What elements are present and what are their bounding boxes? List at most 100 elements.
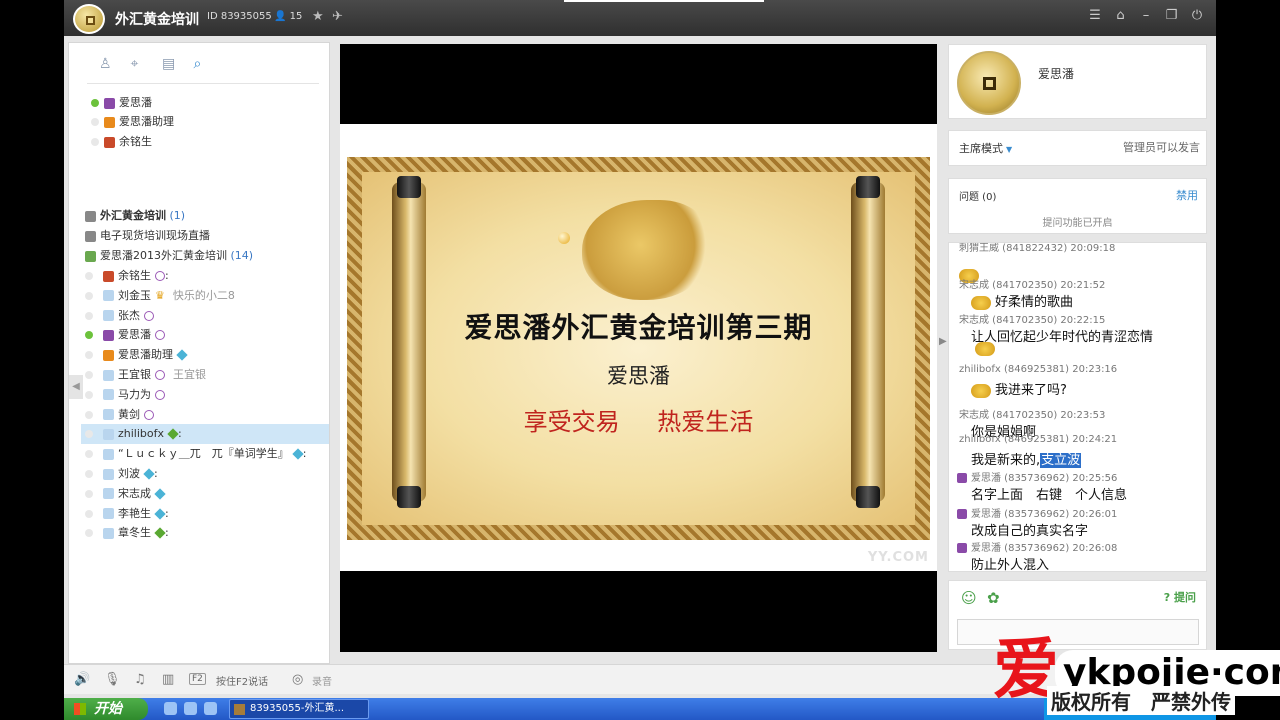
member-item[interactable]: 马力为 (85, 385, 329, 405)
sub-channel-label: 爱思潘2013外汇黄金培训 (100, 249, 227, 262)
member-name: 爱思潘助理 (118, 348, 173, 362)
member-role-icon (103, 488, 114, 500)
system-tray (1044, 698, 1216, 720)
channel-title: 外汇黄金培训 (115, 12, 199, 28)
member-item[interactable]: 张杰 (85, 306, 329, 326)
quicklaunch-icon[interactable] (184, 702, 197, 715)
star-icon[interactable]: ★ (312, 9, 324, 24)
member-item[interactable]: 章冬生: (85, 523, 329, 543)
collapse-left-icon[interactable]: ◀ (69, 375, 83, 399)
document-icon[interactable]: ▤ (162, 56, 190, 72)
member-name: “Ｌｕｃｋｙ＿兀 兀『单词学生』 (118, 447, 289, 461)
channel-logo[interactable] (73, 4, 105, 34)
chat-text: 改成自己的真实名字 (971, 524, 1089, 539)
mixer-icon[interactable]: ▥ (162, 672, 174, 687)
channel-id: ID 83935055 (207, 11, 272, 22)
chat-sender: 宋志成 (841702350) 20:23:53 (959, 410, 1106, 421)
member-item[interactable]: 爱思潘助理 (85, 345, 329, 365)
avatar[interactable] (957, 51, 1021, 115)
rank-item[interactable]: 爱思潘 (91, 95, 152, 111)
qa-disable-link[interactable]: 禁用 (1176, 187, 1198, 203)
rank-item[interactable]: 余铭生 (91, 134, 152, 150)
chat-message: 防止外人混入 (971, 554, 1049, 571)
quicklaunch-icon[interactable] (164, 702, 177, 715)
member-panel: ♙ ⌖ ▤ ⌕ 爱思潘 爱思潘助理 余铭生 外汇黄金培训 (1) 电子现货培训现… (68, 42, 330, 664)
rank-name: 余铭生 (119, 135, 152, 148)
manager-icon (104, 136, 115, 148)
offline-dot (85, 390, 93, 399)
diamond-icon (292, 448, 304, 460)
speaker-icon[interactable]: 🔊 (74, 672, 90, 687)
qa-label: 问题 (0) (959, 192, 997, 203)
home-icon[interactable]: ⌂ (1110, 8, 1132, 23)
location-icon[interactable]: ⌖ (131, 56, 159, 72)
chat-meta: zhilibofx (846925381) 20:23:16 (959, 364, 1117, 375)
start-button[interactable]: 开始 (64, 698, 148, 720)
mic-icon[interactable]: 🎙 (104, 672, 121, 687)
plane-icon[interactable]: ✈ (332, 9, 343, 24)
member-role-icon (103, 468, 114, 480)
member-item[interactable]: 刘波: (85, 464, 329, 484)
member-note: 王宜银 (173, 368, 206, 381)
member-item[interactable]: 余铭生: (85, 266, 329, 286)
minimize-button[interactable]: – (1135, 8, 1157, 23)
flower-icon[interactable]: ✿ (987, 589, 1000, 607)
sub-channel[interactable]: 电子现货培训现场直播 (85, 227, 210, 245)
offline-dot (85, 529, 93, 538)
diamond-icon (154, 488, 166, 500)
emoji-icon[interactable]: ☺ (961, 589, 977, 607)
record-label[interactable]: 录音 (312, 673, 332, 688)
pearl-illustration (558, 232, 570, 244)
question-icon: ? (1163, 591, 1171, 604)
record-icon[interactable]: ◎ (292, 672, 303, 687)
selected-text[interactable]: 支立波 (1040, 453, 1082, 468)
search-icon[interactable]: ⌕ (194, 56, 222, 72)
rank-name: 爱思潘 (119, 96, 152, 109)
list-icon[interactable]: ☰ (1084, 8, 1106, 23)
member-item[interactable]: 刘金玉 ♛ 快乐的小二8 (85, 286, 329, 306)
user-list-icon[interactable]: ♙ (99, 56, 127, 72)
member-item[interactable]: 爱思潘 (85, 325, 329, 345)
member-role-icon (103, 389, 114, 401)
power-button[interactable]: ⏻ (1186, 8, 1208, 23)
sub-channel-active[interactable]: 爱思潘2013外汇黄金培训 (14) (85, 247, 253, 265)
member-item[interactable]: 宋志成 (85, 484, 329, 504)
chat-input[interactable] (957, 619, 1199, 645)
offline-dot (85, 509, 93, 518)
offline-dot (85, 371, 93, 379)
offline-dot (85, 351, 93, 360)
push-to-talk-label[interactable]: 按住F2说话 (216, 673, 268, 688)
member-role-icon (103, 270, 114, 282)
member-item[interactable]: “Ｌｕｃｋｙ＿兀 兀『单词学生』: (85, 444, 329, 464)
mode-dropdown[interactable]: 主席模式 ▼ (959, 140, 1012, 156)
slide-title: 爱思潘外汇黄金培训第三期 (464, 311, 813, 344)
maximize-button[interactable]: ❐ (1161, 8, 1183, 23)
taskbar-window-item[interactable]: 83935055-外汇黄... (229, 699, 369, 719)
music-icon[interactable]: ♫ (134, 672, 146, 687)
offline-dot (91, 138, 99, 146)
chat-log[interactable]: 刺猬王威 (841822432) 20:09:18 宋志成 (841702350)… (948, 242, 1207, 572)
vip-badge-icon (144, 310, 154, 321)
chat-sender: 刺猬王威 (841822432) 20:09:18 (959, 243, 1116, 254)
member-role-icon (103, 428, 114, 440)
member-item[interactable]: 李艳生: (85, 504, 329, 524)
chat-message: 让人回忆起少年时代的青涩恋情 (971, 326, 1153, 345)
member-name: 黄剑 (118, 407, 140, 421)
member-role-icon (103, 527, 114, 539)
member-role-icon (103, 310, 114, 322)
quicklaunch-icon[interactable] (204, 702, 217, 715)
f2-key-badge[interactable]: F2 (189, 673, 206, 685)
channel-root[interactable]: 外汇黄金培训 (1) (85, 207, 185, 225)
member-tools: ♙ ⌖ ▤ ⌕ (99, 56, 222, 72)
chat-sender: zhilibofx (846925381) 20:24:21 (959, 434, 1118, 445)
collapse-right-icon[interactable]: ▶ (939, 336, 947, 347)
member-item[interactable]: 黄剑 (85, 405, 329, 425)
rank-item[interactable]: 爱思潘助理 (91, 114, 174, 130)
ask-button[interactable]: ? 提问 (1164, 589, 1196, 605)
subchannel-icon (85, 250, 96, 262)
member-item[interactable]: 王宜银 王宜银 (85, 365, 329, 385)
member-item[interactable]: zhilibofx: (81, 424, 329, 445)
scroll-paper: 爱思潘外汇黄金培训第三期 爱思潘 享受交易 热爱生活 (362, 172, 915, 525)
chat-text: 名字上面 右键 个人信息 (971, 488, 1128, 503)
chat-meta: 宋志成 (841702350) 20:23:53 (959, 406, 1105, 421)
